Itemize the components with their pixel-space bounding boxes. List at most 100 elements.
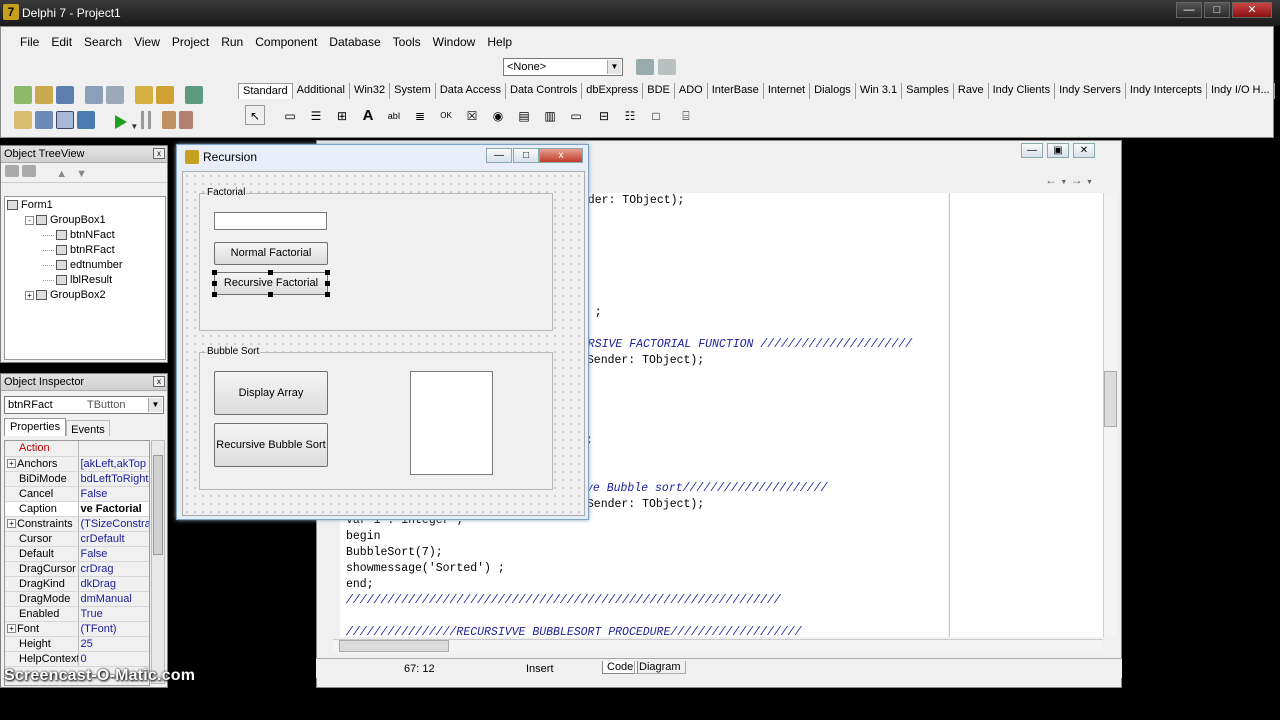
property-value[interactable]: crDefault [78,531,149,547]
property-row[interactable]: HelpContext 0 [5,651,149,667]
property-value[interactable]: (TSizeConstra [78,516,149,532]
listbox-component-icon[interactable]: ▤ [514,105,534,125]
menu-item-component[interactable]: Component [249,32,323,52]
popupmenu-icon[interactable]: ☰ [306,105,326,125]
menu-item-help[interactable]: Help [481,32,518,52]
close-button[interactable]: x [539,148,583,163]
expander-icon[interactable]: + [25,290,34,300]
panel-component-icon[interactable]: □ [646,105,666,125]
close-icon[interactable]: x [153,376,165,387]
help-icon[interactable] [185,86,204,104]
property-row[interactable]: DragCursor crDrag [5,561,149,577]
selection-handle[interactable] [212,270,217,275]
scrollbar-thumb[interactable] [1104,371,1117,427]
property-row[interactable]: DragKind dkDrag [5,576,149,592]
btn-display-array[interactable]: Display Array [214,371,328,415]
property-value[interactable]: [akLeft,akTop [78,456,149,472]
groupbox-bubble-sort[interactable]: Bubble Sort Display Array Recursive Bubb… [199,346,553,490]
palette-tab-win32[interactable]: Win32 [350,83,391,99]
selection-handle[interactable] [325,281,330,286]
menu-item-edit[interactable]: Edit [45,32,78,52]
minimize-button[interactable]: — [1021,143,1043,158]
menu-item-project[interactable]: Project [166,32,215,52]
menu-item-file[interactable]: File [14,32,45,52]
property-value[interactable]: True [78,606,149,622]
property-row[interactable]: Action [5,441,149,457]
property-row[interactable]: Enabled True [5,606,149,622]
property-value[interactable]: ve Factorial [78,501,149,517]
property-value[interactable]: False [78,486,149,502]
expander-icon[interactable]: + [7,459,16,469]
tree-node[interactable]: btnNFact [7,228,163,243]
run-dropdown-icon[interactable]: ▼ [130,122,138,131]
view-form-icon[interactable] [35,111,54,129]
tree-node[interactable]: + GroupBox2 [7,288,163,303]
palette-tab-indy-servers[interactable]: Indy Servers [1055,83,1126,99]
step-over-icon[interactable] [179,111,194,129]
back-arrow-icon[interactable]: ← [1045,173,1057,187]
edit-component-icon[interactable]: abI [384,105,404,125]
property-value[interactable]: dkDrag [78,576,149,592]
arrow-up-icon[interactable]: ▲ [56,168,67,180]
close-button[interactable]: ✕ [1232,2,1272,18]
save-all-icon[interactable] [85,86,104,104]
tree-node[interactable]: lblResult [7,273,163,288]
close-icon[interactable]: x [153,148,165,159]
view-unit-icon[interactable] [14,111,32,129]
menu-item-view[interactable]: View [128,32,166,52]
property-value[interactable]: crDrag [78,561,149,577]
property-row[interactable]: Height 25 [5,636,149,652]
form-designer-window[interactable]: Recursion — □ x Factorial Normal Factori… [176,144,589,520]
desktop-config-combo[interactable]: <None> ▼ [503,58,623,76]
groupbox-factorial[interactable]: Factorial Normal Factorial Recursive Fac… [199,187,553,331]
combobox-component-icon[interactable]: ▥ [540,105,560,125]
property-row[interactable]: BiDiMode bdLeftToRight [5,471,149,487]
selection-handle[interactable] [268,292,273,297]
btn-normal-factorial[interactable]: Normal Factorial [214,242,328,265]
palette-tab-bde[interactable]: BDE [643,83,675,99]
vertical-scrollbar[interactable] [1103,193,1117,637]
label-component-icon[interactable]: A [358,105,378,125]
palette-tab-indy-clients[interactable]: Indy Clients [989,83,1056,99]
label-icon[interactable]: ⊞ [332,105,352,125]
menu-item-run[interactable]: Run [215,32,249,52]
form-title-bar[interactable]: Recursion — □ x [177,145,588,169]
tree-node[interactable]: Form1 [7,198,163,213]
property-row[interactable]: Cancel False [5,486,149,502]
chevron-down-icon[interactable]: ▼ [148,398,162,412]
palette-tab-system[interactable]: System [390,83,436,99]
property-value[interactable]: False [78,546,149,562]
tree-node[interactable]: edtnumber [7,258,163,273]
arrow-down-icon[interactable]: ▼ [76,168,87,180]
scrollbar-thumb[interactable] [339,640,449,652]
maximize-button[interactable]: □ [1204,2,1230,18]
edtnumber-input[interactable] [214,212,327,230]
palette-tab-internet[interactable]: Internet [764,83,811,99]
pause-icon[interactable] [141,111,152,129]
btn-recursive-bubble-sort[interactable]: Recursive Bubble Sort [214,423,328,467]
maximize-button[interactable]: □ [513,148,539,163]
chevron-down-icon[interactable]: ▼ [607,60,621,74]
palette-tab-indy-i-o-h-[interactable]: Indy I/O H... [1207,83,1275,99]
set-debug-desktop-icon[interactable] [658,59,676,75]
open-icon[interactable] [35,86,54,104]
menu-item-search[interactable]: Search [78,32,128,52]
property-row[interactable]: + Font (TFont) [5,621,149,637]
property-row[interactable]: + Anchors [akLeft,akTop [5,456,149,472]
selection-handle[interactable] [325,292,330,297]
palette-tab-samples[interactable]: Samples [902,83,954,99]
property-value[interactable]: dmManual [78,591,149,607]
close-button[interactable]: ✕ [1073,143,1095,158]
new-icon[interactable] [14,86,32,104]
selection-handle[interactable] [212,281,217,286]
object-selector[interactable]: btnRFact TButton ▼ [4,396,164,414]
chevron-down-icon[interactable]: ▼ [1086,179,1093,186]
tab-diagram[interactable]: Diagram [634,661,686,674]
palette-tab-ado[interactable]: ADO [675,83,708,99]
property-value[interactable]: (TFont) [78,621,149,637]
menu-item-window[interactable]: Window [427,32,482,52]
memo-component-icon[interactable]: ≣ [410,105,430,125]
save-desktop-icon[interactable] [636,59,654,75]
property-row[interactable]: Cursor crDefault [5,531,149,547]
tab-events[interactable]: Events [66,420,110,436]
